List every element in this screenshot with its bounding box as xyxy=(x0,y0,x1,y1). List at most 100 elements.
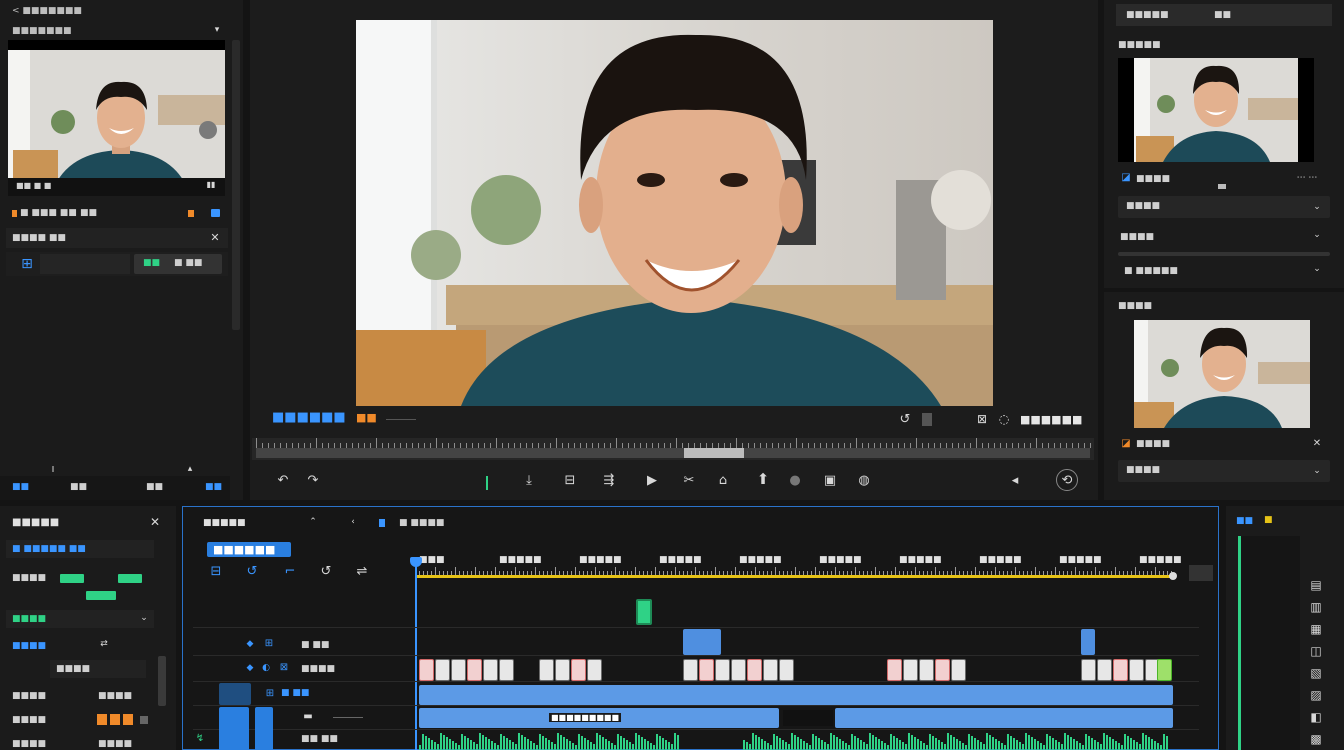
chevron-down-icon[interactable]: ⌄ xyxy=(1310,464,1324,478)
undo-icon[interactable]: ↶ xyxy=(274,471,292,489)
in-point-icon[interactable]: ⊟ xyxy=(561,471,579,489)
preview-menu-icon[interactable]: ⋯ ⋯ xyxy=(1290,172,1324,184)
crop-icon[interactable]: ⌐ xyxy=(281,563,299,579)
panel-tool-icon[interactable]: ▤ xyxy=(1302,576,1330,594)
v1-clip[interactable] xyxy=(779,659,794,681)
v1-clip[interactable] xyxy=(571,659,586,681)
v1-clip[interactable] xyxy=(419,659,434,681)
v1-clip[interactable] xyxy=(499,659,514,681)
effect-preview-2[interactable] xyxy=(1134,320,1310,428)
audio-waveform[interactable] xyxy=(419,732,1173,750)
panel-tool-icon[interactable]: ▩ xyxy=(1302,730,1330,748)
scrubber-handle[interactable] xyxy=(684,448,744,458)
back-icon[interactable]: ‹ xyxy=(347,516,359,528)
chevron-down-icon[interactable]: ⌄ xyxy=(138,612,150,624)
v1-clip[interactable] xyxy=(555,659,570,681)
in-out-range[interactable] xyxy=(417,575,1173,578)
step-back-icon[interactable]: ⤓ xyxy=(520,471,538,489)
v1-clip[interactable] xyxy=(1129,659,1144,681)
cut-icon[interactable]: ✂ xyxy=(680,471,698,489)
close-icon[interactable]: ✕ xyxy=(209,231,221,243)
close-icon[interactable]: ✕ xyxy=(1310,437,1324,451)
v1-clip[interactable] xyxy=(683,659,698,681)
row3-btn-a[interactable]: ■■ xyxy=(143,258,160,268)
panel-tool-icon[interactable]: ▥ xyxy=(1302,598,1330,616)
footer-tab-d[interactable]: ■■ xyxy=(205,482,222,492)
ripple-icon[interactable]: ↺ xyxy=(317,563,335,579)
panel-tool-icon[interactable]: ◫ xyxy=(1302,642,1330,660)
blue-toggle[interactable] xyxy=(211,209,220,217)
orange-swatch-2[interactable] xyxy=(110,714,120,725)
toggle-a[interactable] xyxy=(60,574,84,583)
row3-field[interactable] xyxy=(40,254,130,274)
v1-clip[interactable] xyxy=(1081,659,1096,681)
v2-clip-b[interactable] xyxy=(1081,629,1095,655)
panel-tool-icon[interactable]: ▦ xyxy=(1302,620,1330,638)
scrollbar[interactable] xyxy=(232,40,240,330)
toggle-c[interactable] xyxy=(86,591,116,600)
v1-clip[interactable] xyxy=(951,659,966,681)
v3-clip[interactable] xyxy=(636,599,652,625)
loop-icon[interactable]: ↺ xyxy=(896,411,914,427)
v1-clip[interactable] xyxy=(435,659,450,681)
link-icon[interactable]: ⇄ xyxy=(98,638,110,650)
v1-clip[interactable] xyxy=(935,659,950,681)
a2-clip-b[interactable] xyxy=(835,708,1173,728)
gray-swatch[interactable] xyxy=(140,716,148,724)
ruler-scroll[interactable] xyxy=(1189,565,1213,581)
snap-icon[interactable]: ⊟ xyxy=(207,563,225,579)
v1-clip[interactable] xyxy=(747,659,762,681)
redo-icon[interactable]: ↷ xyxy=(304,471,322,489)
panel-tool-icon[interactable]: ◧ xyxy=(1302,708,1330,726)
row3-btn-b[interactable]: ■ ■■ xyxy=(174,258,202,268)
v1-clip[interactable] xyxy=(483,659,498,681)
visibility-icon[interactable]: ◆ xyxy=(243,637,257,651)
chevron-down-icon[interactable]: ⌄ xyxy=(1310,200,1324,214)
a1-clip[interactable] xyxy=(419,685,1173,705)
mic-icon[interactable]: ▬ xyxy=(301,710,315,724)
camera-icon[interactable]: ▣ xyxy=(821,471,839,489)
v1-clip[interactable] xyxy=(731,659,746,681)
v1-clip[interactable] xyxy=(919,659,934,681)
scrubber-track[interactable] xyxy=(252,438,1094,460)
footer-tab-a[interactable]: ■■ xyxy=(12,482,29,492)
inspector-scrollbar[interactable] xyxy=(158,656,166,706)
fullscreen-icon[interactable]: ⊠ xyxy=(974,411,990,427)
v1-clip[interactable] xyxy=(903,659,918,681)
track-a1-header[interactable] xyxy=(219,683,251,705)
settings-icon[interactable]: ⟲ xyxy=(1056,469,1078,491)
v1-clip[interactable] xyxy=(587,659,602,681)
v2-clip-a[interactable] xyxy=(683,629,721,655)
v1-clip[interactable] xyxy=(451,659,466,681)
tools-icon[interactable]: ✕ xyxy=(148,515,162,529)
sort-icon[interactable]: ⌃ xyxy=(307,516,319,528)
v1-clip[interactable] xyxy=(1113,659,1128,681)
panel-tool-icon[interactable]: ▧ xyxy=(1302,664,1330,682)
orange-swatch-3[interactable] xyxy=(123,714,133,725)
speaker-icon[interactable]: ⊞ xyxy=(263,687,277,701)
source-header[interactable]: < ■■■■■■■ xyxy=(12,6,82,16)
volume-icon[interactable]: ◂ xyxy=(1006,471,1024,489)
out-point-icon[interactable]: ⇶ xyxy=(600,471,618,489)
marker-icon[interactable] xyxy=(486,476,488,490)
v1-clip[interactable] xyxy=(1097,659,1112,681)
v1-clip[interactable] xyxy=(715,659,730,681)
solo-icon[interactable]: ↯ xyxy=(193,732,207,746)
chevron-down-icon[interactable]: ⌄ xyxy=(1310,228,1324,242)
footer-tab-c[interactable]: ■■ xyxy=(146,482,163,492)
record-icon[interactable]: ● xyxy=(786,471,804,489)
export-icon[interactable]: ⬆ xyxy=(753,469,773,489)
v1-clip[interactable] xyxy=(887,659,902,681)
ruler[interactable]: ■■■ ■■■■■ ■■■■■ ■■■■■ ■■■■■ ■■■■■ ■■■■■ ■■■■■ ■■… xyxy=(415,551,1182,580)
orange-toggle[interactable] xyxy=(188,210,194,217)
grid-icon[interactable]: ⊞ xyxy=(18,256,36,272)
panel-tool-icon[interactable]: ▨ xyxy=(1302,686,1330,704)
orange-swatch-1[interactable] xyxy=(97,714,107,725)
chevron-down-icon[interactable]: ⌄ xyxy=(1310,262,1324,276)
v1-clip[interactable] xyxy=(699,659,714,681)
v1-clip[interactable] xyxy=(539,659,554,681)
program-monitor[interactable] xyxy=(356,20,993,406)
safe-margin-icon[interactable]: ◌ xyxy=(996,411,1012,427)
viewer-swatch[interactable] xyxy=(922,413,932,426)
source-thumbnail[interactable] xyxy=(8,40,225,196)
